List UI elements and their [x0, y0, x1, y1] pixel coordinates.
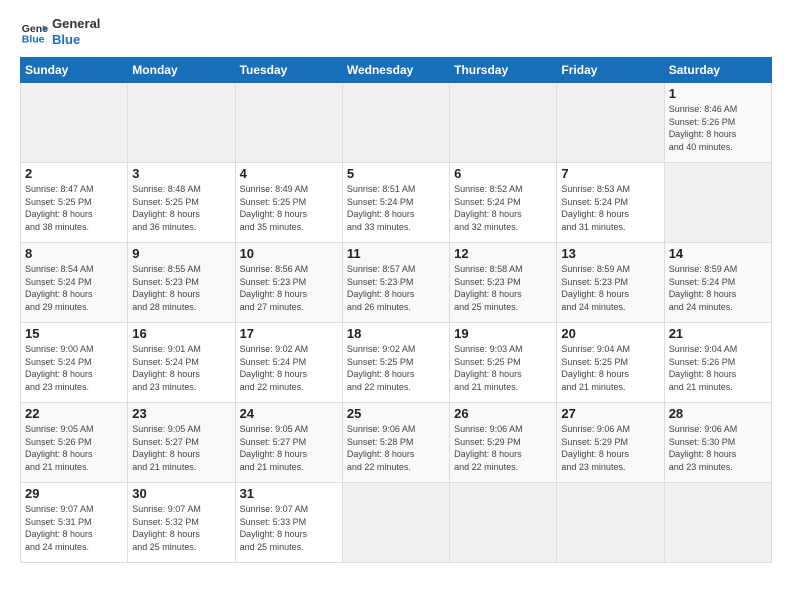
calendar-day-empty — [557, 483, 664, 563]
col-header-tuesday: Tuesday — [235, 58, 342, 83]
calendar-day-empty — [450, 483, 557, 563]
calendar-day-26: 26Sunrise: 9:06 AM Sunset: 5:29 PM Dayli… — [450, 403, 557, 483]
calendar-day-13: 13Sunrise: 8:59 AM Sunset: 5:23 PM Dayli… — [557, 243, 664, 323]
calendar-week-4: 15Sunrise: 9:00 AM Sunset: 5:24 PM Dayli… — [21, 323, 772, 403]
calendar-page: General Blue General Blue SundayMondayTu… — [0, 0, 792, 612]
calendar-day-19: 19Sunrise: 9:03 AM Sunset: 5:25 PM Dayli… — [450, 323, 557, 403]
calendar-day-15: 15Sunrise: 9:00 AM Sunset: 5:24 PM Dayli… — [21, 323, 128, 403]
logo-icon: General Blue — [20, 18, 48, 46]
calendar-body: 1Sunrise: 8:46 AM Sunset: 5:26 PM Daylig… — [21, 83, 772, 563]
calendar-day-10: 10Sunrise: 8:56 AM Sunset: 5:23 PM Dayli… — [235, 243, 342, 323]
calendar-day-empty — [342, 483, 449, 563]
col-header-saturday: Saturday — [664, 58, 771, 83]
calendar-day-27: 27Sunrise: 9:06 AM Sunset: 5:29 PM Dayli… — [557, 403, 664, 483]
col-header-thursday: Thursday — [450, 58, 557, 83]
calendar-day-empty — [128, 83, 235, 163]
calendar-table: SundayMondayTuesdayWednesdayThursdayFrid… — [20, 57, 772, 563]
calendar-week-1: 1Sunrise: 8:46 AM Sunset: 5:26 PM Daylig… — [21, 83, 772, 163]
calendar-day-5: 5Sunrise: 8:51 AM Sunset: 5:24 PM Daylig… — [342, 163, 449, 243]
calendar-day-empty — [450, 83, 557, 163]
svg-text:Blue: Blue — [22, 33, 45, 45]
calendar-day-29: 29Sunrise: 9:07 AM Sunset: 5:31 PM Dayli… — [21, 483, 128, 563]
col-header-sunday: Sunday — [21, 58, 128, 83]
calendar-day-14: 14Sunrise: 8:59 AM Sunset: 5:24 PM Dayli… — [664, 243, 771, 323]
calendar-day-17: 17Sunrise: 9:02 AM Sunset: 5:24 PM Dayli… — [235, 323, 342, 403]
calendar-day-25: 25Sunrise: 9:06 AM Sunset: 5:28 PM Dayli… — [342, 403, 449, 483]
col-header-wednesday: Wednesday — [342, 58, 449, 83]
calendar-day-6: 6Sunrise: 8:52 AM Sunset: 5:24 PM Daylig… — [450, 163, 557, 243]
calendar-day-20: 20Sunrise: 9:04 AM Sunset: 5:25 PM Dayli… — [557, 323, 664, 403]
calendar-day-2: 2Sunrise: 8:47 AM Sunset: 5:25 PM Daylig… — [21, 163, 128, 243]
calendar-day-24: 24Sunrise: 9:05 AM Sunset: 5:27 PM Dayli… — [235, 403, 342, 483]
calendar-day-30: 30Sunrise: 9:07 AM Sunset: 5:32 PM Dayli… — [128, 483, 235, 563]
calendar-week-3: 8Sunrise: 8:54 AM Sunset: 5:24 PM Daylig… — [21, 243, 772, 323]
col-header-monday: Monday — [128, 58, 235, 83]
calendar-day-empty — [235, 83, 342, 163]
calendar-day-empty — [664, 483, 771, 563]
calendar-day-9: 9Sunrise: 8:55 AM Sunset: 5:23 PM Daylig… — [128, 243, 235, 323]
calendar-day-empty — [21, 83, 128, 163]
calendar-week-2: 2Sunrise: 8:47 AM Sunset: 5:25 PM Daylig… — [21, 163, 772, 243]
calendar-day-empty — [557, 83, 664, 163]
calendar-day-23: 23Sunrise: 9:05 AM Sunset: 5:27 PM Dayli… — [128, 403, 235, 483]
calendar-day-1: 1Sunrise: 8:46 AM Sunset: 5:26 PM Daylig… — [664, 83, 771, 163]
calendar-day-21: 21Sunrise: 9:04 AM Sunset: 5:26 PM Dayli… — [664, 323, 771, 403]
calendar-day-7: 7Sunrise: 8:53 AM Sunset: 5:24 PM Daylig… — [557, 163, 664, 243]
logo-text-general: General — [52, 16, 100, 32]
calendar-day-18: 18Sunrise: 9:02 AM Sunset: 5:25 PM Dayli… — [342, 323, 449, 403]
calendar-week-5: 22Sunrise: 9:05 AM Sunset: 5:26 PM Dayli… — [21, 403, 772, 483]
calendar-day-12: 12Sunrise: 8:58 AM Sunset: 5:23 PM Dayli… — [450, 243, 557, 323]
page-header: General Blue General Blue — [20, 16, 772, 47]
calendar-day-22: 22Sunrise: 9:05 AM Sunset: 5:26 PM Dayli… — [21, 403, 128, 483]
calendar-day-4: 4Sunrise: 8:49 AM Sunset: 5:25 PM Daylig… — [235, 163, 342, 243]
calendar-day-3: 3Sunrise: 8:48 AM Sunset: 5:25 PM Daylig… — [128, 163, 235, 243]
calendar-day-28: 28Sunrise: 9:06 AM Sunset: 5:30 PM Dayli… — [664, 403, 771, 483]
calendar-day-16: 16Sunrise: 9:01 AM Sunset: 5:24 PM Dayli… — [128, 323, 235, 403]
logo: General Blue General Blue — [20, 16, 100, 47]
calendar-day-empty — [664, 163, 771, 243]
calendar-day-31: 31Sunrise: 9:07 AM Sunset: 5:33 PM Dayli… — [235, 483, 342, 563]
logo-text-blue: Blue — [52, 32, 100, 48]
col-header-friday: Friday — [557, 58, 664, 83]
calendar-day-11: 11Sunrise: 8:57 AM Sunset: 5:23 PM Dayli… — [342, 243, 449, 323]
calendar-day-empty — [342, 83, 449, 163]
calendar-header-row: SundayMondayTuesdayWednesdayThursdayFrid… — [21, 58, 772, 83]
calendar-week-6: 29Sunrise: 9:07 AM Sunset: 5:31 PM Dayli… — [21, 483, 772, 563]
calendar-day-8: 8Sunrise: 8:54 AM Sunset: 5:24 PM Daylig… — [21, 243, 128, 323]
